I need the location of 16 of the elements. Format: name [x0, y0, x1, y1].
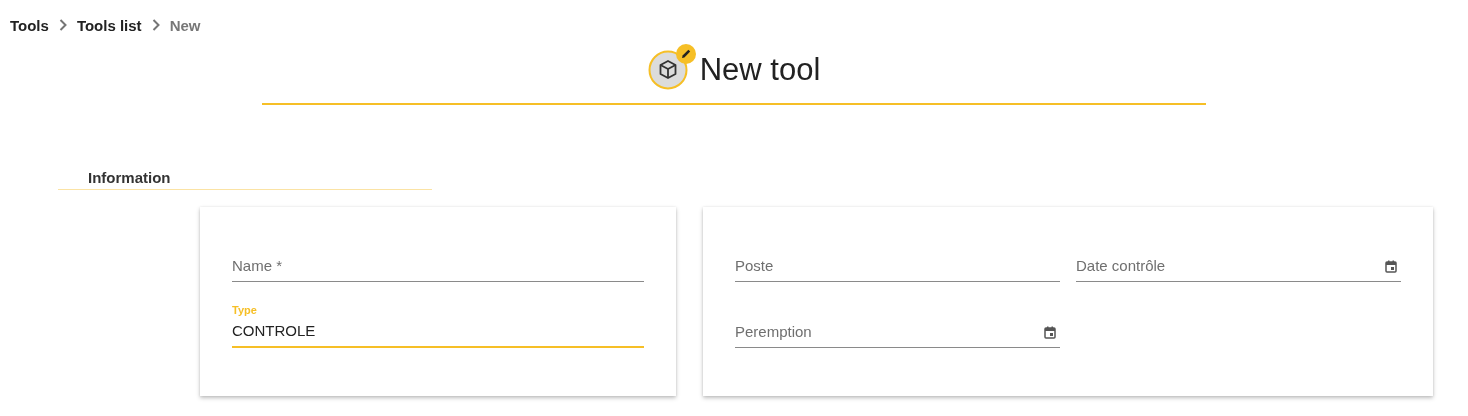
calendar-icon[interactable]: [1385, 260, 1397, 273]
input-field[interactable]: Date contrôle: [1076, 253, 1401, 282]
input-field[interactable]: Peremption: [735, 319, 1060, 348]
chevron-icon: [58, 19, 67, 31]
edit-icon[interactable]: [675, 44, 696, 64]
input-field[interactable]: Name *: [232, 253, 644, 282]
input-field[interactable]: CONTROLE: [232, 319, 644, 348]
page-title: New tool: [699, 52, 821, 88]
calendar-icon[interactable]: [1044, 326, 1056, 339]
breadcrumb-link[interactable]: Tools list: [76, 16, 142, 34]
breadcrumb-link[interactable]: Tools: [10, 16, 49, 34]
field-label: Type: [232, 303, 257, 318]
breadcrumb-link[interactable]: New: [169, 16, 201, 34]
input-field[interactable]: Poste: [735, 253, 1060, 282]
section-title: Information: [88, 169, 172, 186]
chevron-icon: [151, 19, 160, 31]
